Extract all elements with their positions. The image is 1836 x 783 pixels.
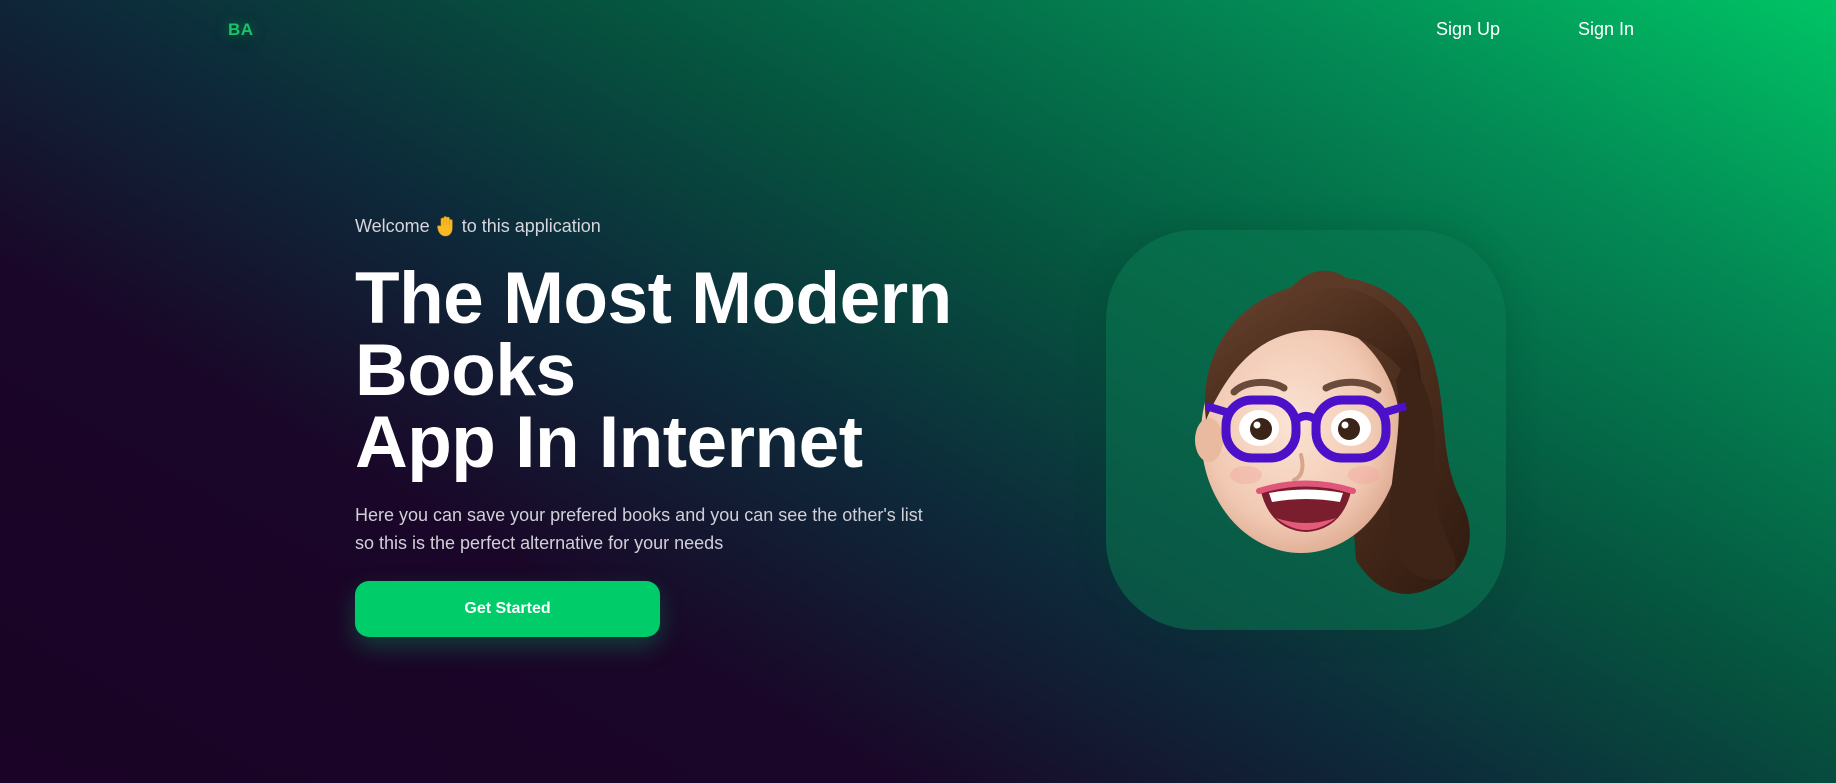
avatar-card xyxy=(1106,230,1506,630)
sign-up-link[interactable]: Sign Up xyxy=(1436,19,1500,40)
hero-description: Here you can save your prefered books an… xyxy=(355,501,935,557)
page-title: The Most Modern Books App In Internet xyxy=(355,258,995,483)
headline-line-1: The Most Modern xyxy=(355,258,952,339)
welcome-text-end: to this application xyxy=(461,215,601,236)
hero-section: Welcome to this application The Most Mod… xyxy=(355,215,995,637)
description-line-2: so this is the perfect alternative for y… xyxy=(355,533,724,553)
raised-hand-icon xyxy=(436,215,456,237)
headline-line-2: Books xyxy=(355,330,576,411)
welcome-line: Welcome to this application xyxy=(355,215,995,237)
welcome-text-start: Welcome xyxy=(355,215,430,236)
description-line-1: Here you can save your prefered books an… xyxy=(355,505,923,525)
top-navbar: BA Sign Up Sign In xyxy=(0,0,1836,60)
headline-line-3: App In Internet xyxy=(355,402,863,483)
logo[interactable]: BA xyxy=(228,20,254,40)
memoji-avatar-icon xyxy=(1195,270,1470,594)
sign-in-link[interactable]: Sign In xyxy=(1578,19,1634,40)
get-started-button[interactable]: Get Started xyxy=(355,581,660,637)
